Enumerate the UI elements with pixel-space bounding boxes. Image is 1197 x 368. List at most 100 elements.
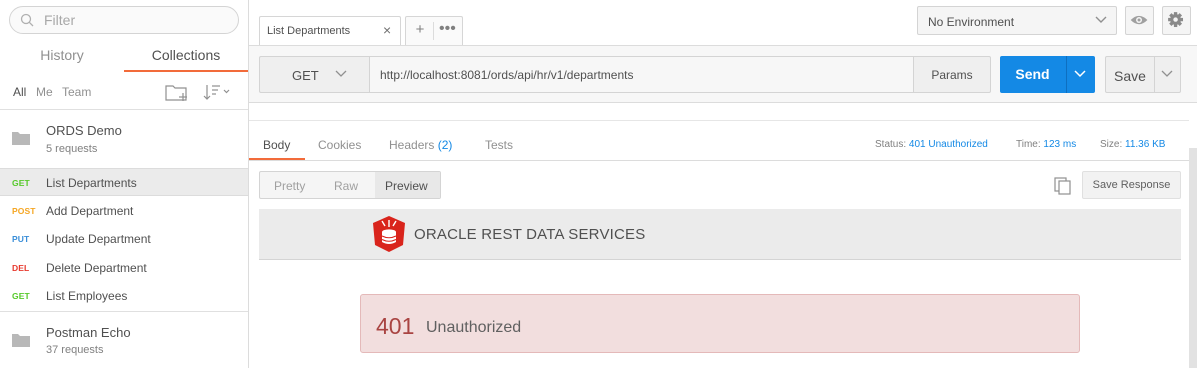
divider [1066,56,1067,93]
more-icon[interactable]: ••• [439,20,459,38]
filter-team[interactable]: Team [62,85,91,99]
request-label: List Employees [46,289,128,303]
method-badge: GET [12,291,30,301]
request-label: Add Department [46,204,134,218]
divider [1154,57,1155,92]
error-code: 401 [376,313,415,339]
request-list-employees[interactable]: GET List Employees [0,282,248,310]
tab-title: List Departments [267,25,351,37]
url-value: http://localhost:8081/ords/api/hr/v1/dep… [380,68,634,82]
request-add-department[interactable]: POST Add Department [0,197,248,225]
chevron-down-icon [335,70,347,77]
size-label: Size: [1100,139,1123,150]
status-value: 401 Unauthorized [908,139,988,150]
time-info: Time: 123 ms [1016,139,1076,150]
gear-icon [1168,12,1184,28]
request-label: Delete Department [46,261,147,275]
method-value: GET [292,68,319,83]
search-icon [20,13,34,27]
collection-name: Postman Echo [46,325,131,340]
collection-count: 5 requests [46,143,98,155]
url-input[interactable]: http://localhost:8081/ords/api/hr/v1/dep… [369,56,914,93]
request-delete-department[interactable]: DEL Delete Department [0,254,248,282]
status-label: Status: [875,139,907,150]
active-tab-indicator [249,158,305,160]
tab-tests[interactable]: Tests [485,138,513,152]
save-response-label: Save Response [1092,179,1171,191]
response-tabs: Body Cookies Headers (2) Tests Status: 4… [249,132,1189,161]
send-button[interactable]: Send [1000,56,1095,93]
view-preview[interactable]: Preview [375,172,440,198]
view-mode-toggle: Pretty Raw Preview [259,171,441,199]
size-value: 11.36 KB [1125,139,1166,150]
request-bar: GET http://localhost:8081/ords/api/hr/v1… [249,45,1197,103]
environment-select[interactable]: No Environment [917,6,1117,35]
collection-filters: All Me Team [0,72,248,110]
tab-cookies[interactable]: Cookies [318,138,361,152]
copy-icon[interactable] [1053,176,1073,196]
environment-value: No Environment [928,15,1015,29]
manage-environments-button[interactable] [1162,6,1191,35]
response-panel: Body Cookies Headers (2) Tests Status: 4… [249,104,1197,368]
save-response-button[interactable]: Save Response [1082,171,1181,199]
error-text: Unauthorized [426,319,522,336]
chevron-down-icon [1095,16,1107,23]
size-info: Size: 11.36 KB [1100,139,1165,150]
method-badge: DEL [12,263,30,273]
folder-icon [12,334,30,347]
eye-icon [1130,15,1148,25]
tab-headers-label: Headers [389,138,435,152]
method-select[interactable]: GET [259,56,369,93]
sidebar: History Collections All Me Team ORDS Dem… [0,0,249,368]
error-alert: 401 Unauthorized [360,294,1080,353]
send-label: Send [1015,66,1050,82]
chevron-down-icon[interactable] [1161,69,1173,79]
environment-quick-look-button[interactable] [1125,6,1154,35]
params-label: Params [931,68,973,82]
collection-ords-demo[interactable]: ORDS Demo 5 requests [0,111,248,167]
filter-input[interactable] [44,11,224,29]
collection-name: ORDS Demo [46,123,122,138]
time-label: Time: [1016,139,1041,150]
request-list-departments[interactable]: GET List Departments [0,168,248,196]
tab-history[interactable]: History [0,44,124,72]
time-value: 123 ms [1043,139,1077,150]
banner-title: ORACLE REST DATA SERVICES [414,226,646,243]
request-tabs: List Departments × + ••• [259,16,649,46]
tab-actions: + ••• [405,16,463,45]
preview-banner: ORACLE REST DATA SERVICES [259,209,1181,260]
request-label: List Departments [46,176,137,190]
save-button[interactable]: Save [1105,56,1181,93]
filter-me[interactable]: Me [36,85,53,99]
params-button[interactable]: Params [913,56,991,93]
method-badge: POST [12,206,36,216]
sort-icon[interactable] [203,82,233,102]
new-collection-icon[interactable] [164,82,190,102]
tab-headers[interactable]: Headers (2) [389,138,452,152]
scrollbar[interactable] [1189,148,1197,368]
tab-list-departments[interactable]: List Departments × [259,16,401,45]
method-badge: PUT [12,234,30,244]
filter-all[interactable]: All [13,85,26,99]
method-badge: GET [12,178,30,188]
collection-postman-echo[interactable]: Postman Echo 37 requests [0,312,248,368]
request-update-department[interactable]: PUT Update Department [0,225,248,253]
save-label: Save [1114,68,1146,84]
new-tab-icon[interactable]: + [412,22,428,37]
filter-box[interactable] [9,6,239,34]
divider [249,120,1189,121]
close-icon[interactable]: × [383,23,391,37]
top-bar: List Departments × + ••• No Environment [249,0,1197,46]
folder-icon [12,132,30,145]
ords-logo-icon [373,216,405,252]
tab-collections[interactable]: Collections [124,44,248,72]
sidebar-tabs: History Collections [0,44,248,72]
chevron-down-icon[interactable] [1073,68,1087,80]
view-raw[interactable]: Raw [334,179,358,193]
status-info: Status: 401 Unauthorized [875,139,988,150]
tab-body[interactable]: Body [263,138,290,152]
view-pretty[interactable]: Pretty [274,179,305,193]
request-label: Update Department [46,232,151,246]
headers-count: (2) [437,138,453,152]
collection-count: 37 requests [46,344,104,356]
